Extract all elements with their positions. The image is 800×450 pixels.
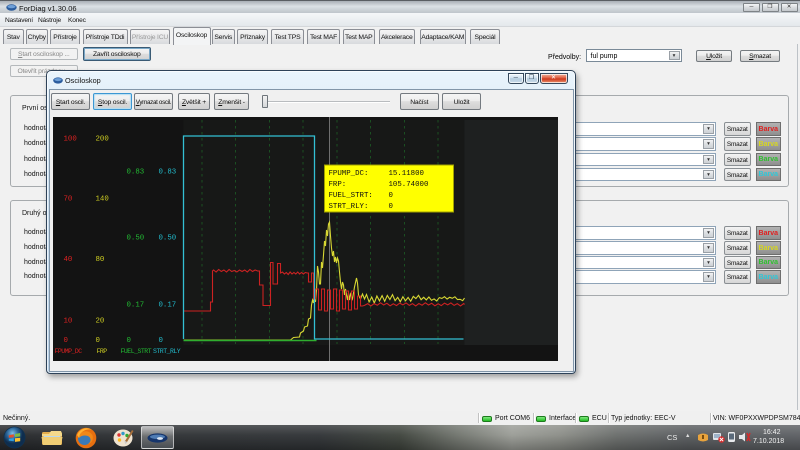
svg-text:0.50: 0.50: [158, 235, 176, 243]
svg-text:FPUMP_DC:: FPUMP_DC:: [328, 170, 368, 178]
svg-text:105.74000: 105.74000: [388, 181, 428, 189]
svg-text:FRP: FRP: [96, 348, 107, 355]
svg-text:70: 70: [63, 196, 72, 204]
svg-text:0.50: 0.50: [126, 235, 144, 243]
svg-text:0: 0: [388, 192, 392, 200]
svg-text:200: 200: [95, 136, 108, 144]
svg-text:40: 40: [63, 256, 72, 264]
svg-text:FRP:: FRP:: [328, 181, 346, 189]
svg-text:20: 20: [95, 318, 104, 326]
svg-text:0.17: 0.17: [158, 302, 176, 310]
svg-text:0: 0: [95, 337, 99, 345]
svg-text:0: 0: [388, 203, 392, 211]
svg-text:0: 0: [63, 337, 67, 345]
svg-text:0.83: 0.83: [126, 169, 144, 177]
svg-text:0.17: 0.17: [126, 302, 144, 310]
svg-text:0: 0: [158, 337, 162, 345]
svg-text:FUEL_STRT:: FUEL_STRT:: [328, 192, 372, 200]
svg-text:0: 0: [126, 337, 130, 345]
svg-text:FPUMP_DC: FPUMP_DC: [54, 348, 82, 355]
svg-text:10: 10: [63, 318, 72, 326]
svg-text:80: 80: [95, 256, 104, 264]
svg-text:FUEL_STRT: FUEL_STRT: [120, 348, 151, 355]
svg-text:STRT_RLY:: STRT_RLY:: [328, 203, 368, 211]
svg-text:15.11800: 15.11800: [388, 170, 423, 178]
svg-text:STRT_RLY: STRT_RLY: [153, 348, 181, 355]
svg-text:0.83: 0.83: [158, 169, 176, 177]
svg-text:100: 100: [63, 136, 76, 144]
svg-text:140: 140: [95, 196, 108, 204]
